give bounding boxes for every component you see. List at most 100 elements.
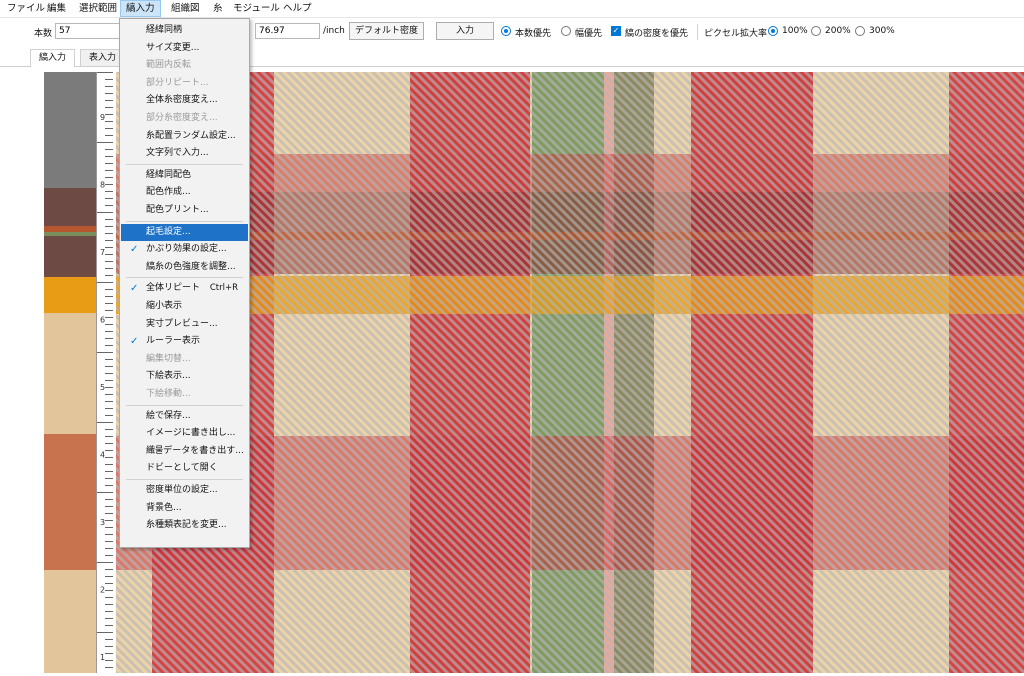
menu-item[interactable]: 縞糸の色強度を調整... [121, 259, 248, 276]
zoom-200-radio[interactable] [811, 26, 821, 36]
menu-stripe-input[interactable]: 縞入力 [120, 0, 161, 17]
menu-item[interactable]: 実寸プレビュー... [121, 316, 248, 333]
tartan-preview [116, 72, 1024, 673]
menu-item-label: 下絵表示... [146, 371, 191, 382]
menu-item[interactable]: 糸配置ランダム設定... [121, 128, 248, 145]
count-priority-radio[interactable] [501, 26, 511, 36]
width-priority-label: 幅優先 [575, 29, 603, 39]
menu-item[interactable]: 経緯同配色 [121, 167, 248, 184]
ruler-label: 2 [100, 586, 105, 595]
checkmark-icon: ✓ [130, 336, 139, 348]
menu-item[interactable]: 下絵表示... [121, 368, 248, 385]
menu-item[interactable]: ドビーとして開く [121, 460, 248, 477]
menu-item-label: 文字列で入力... [146, 148, 209, 159]
menu-item[interactable]: 全体糸密度変え... [121, 92, 248, 109]
zoom-200-label: 200% [825, 26, 851, 36]
count-label: 本数 [34, 29, 53, 39]
menu-bar: ファイル 編集 選択範囲 縞入力 組織図 糸 モジュール ヘルプ [0, 0, 1024, 18]
ruler-ticks: 9 8 7 6 5 4 3 2 1 [97, 72, 113, 668]
stripe-density-label: 縞の密度を優先 [625, 29, 689, 39]
menu-item-label: 縮小表示 [146, 301, 183, 311]
color-block-brown [44, 188, 96, 226]
menu-item[interactable]: サイズ変更... [121, 40, 248, 57]
menu-item[interactable]: 絵で保存... [121, 408, 248, 425]
menu-help[interactable]: ヘルプ [278, 0, 317, 17]
ruler-label: 6 [100, 316, 105, 325]
menu-item[interactable]: 起毛設定... [121, 223, 248, 241]
count-input[interactable] [55, 23, 120, 39]
default-density-button[interactable]: デフォルト密度 [349, 22, 424, 40]
input-button[interactable]: 入力 [436, 22, 494, 40]
menu-item-label: サイズ変更... [146, 42, 200, 53]
menu-item-label: 下絵移動... [146, 389, 191, 399]
menu-selection[interactable]: 選択範囲 [74, 0, 122, 17]
menu-item-label: 配色プリント... [146, 205, 209, 215]
menu-item[interactable]: 配色プリント... [121, 202, 248, 219]
zoom-100-label: 100% [782, 26, 808, 36]
zoom-label: ピクセル拡大率 [704, 29, 768, 39]
tab-stripe-input[interactable]: 縞入力 [30, 49, 76, 67]
menu-item[interactable]: 縮小表示 [121, 298, 248, 315]
menu-item: 編集切替... [121, 351, 248, 368]
menu-item-label: 全体糸密度変え... [146, 95, 218, 106]
menu-item: 下絵移動... [121, 386, 248, 403]
menu-weave-diagram[interactable]: 組織図 [166, 0, 205, 17]
ruler-label: 7 [100, 248, 105, 257]
menu-item-label: 糸配置ランダム設定... [146, 130, 236, 141]
menu-item[interactable]: イメージに書き出し... [121, 425, 248, 442]
menu-item-label: ルーラー表示 [146, 336, 201, 347]
menu-item[interactable]: 織물データを書き出す... [121, 443, 248, 460]
unit-label: /inch [323, 26, 345, 36]
color-block-terracotta [44, 434, 96, 570]
menu-item-label: 縞糸の色強度を調整... [146, 261, 236, 272]
color-block-beige [44, 313, 96, 434]
zoom-300-radio[interactable] [855, 26, 865, 36]
menu-item[interactable]: 密度単位の設定... [121, 482, 248, 499]
menu-item-label: 起毛設定... [146, 226, 191, 237]
menu-item-label: 経緯同配色 [146, 169, 192, 180]
menu-item[interactable]: ✓ かぶり効果の設定... [121, 241, 248, 258]
ruler-label: 5 [100, 383, 105, 392]
menu-separator [126, 277, 243, 279]
menu-edit[interactable]: 編集 [42, 0, 71, 17]
menu-item[interactable]: 文字列で入力... [121, 145, 248, 162]
menu-item[interactable]: 配色作成... [121, 184, 248, 201]
menu-item-label: 全体リピート [146, 283, 201, 294]
ruler-label: 4 [100, 451, 105, 460]
menu-separator [126, 479, 243, 480]
ruler-label: 1 [100, 653, 105, 662]
menu-item[interactable]: 経緯同柄 [121, 22, 248, 39]
ruler-label: 9 [100, 113, 105, 122]
menu-module[interactable]: モジュール [228, 0, 285, 17]
menu-item-label: 絵で保存... [146, 410, 191, 421]
warp-color-strip[interactable] [44, 72, 96, 673]
count-priority-label: 本数優先 [515, 29, 552, 39]
menu-item-shortcut: Ctrl+R [209, 283, 238, 294]
fabric-canvas[interactable] [116, 72, 1024, 673]
checkmark-icon: ✓ [130, 244, 139, 256]
density-input[interactable] [255, 23, 320, 39]
menu-item-label: 背景色... [146, 502, 182, 513]
zoom-100-radio[interactable] [768, 26, 778, 36]
menu-item[interactable]: 背景色... [121, 500, 248, 517]
menu-item: 範囲内反転 [121, 57, 248, 74]
menu-item-label: 経緯同柄 [146, 25, 183, 35]
menu-item[interactable]: ✓ ルーラー表示 [121, 333, 248, 350]
checkmark-icon: ✓ [130, 283, 139, 295]
stripe-density-checkbox[interactable]: ✓ [611, 26, 621, 36]
ruler-label: 3 [100, 518, 105, 527]
toolbar-divider [697, 24, 698, 40]
menu-item-label: ドビーとして開く [146, 463, 218, 474]
menu-yarn[interactable]: 糸 [208, 0, 228, 17]
vertical-ruler: 9 8 7 6 5 4 3 2 1 [96, 72, 113, 673]
menu-item[interactable]: 糸種類表記を変更... [121, 517, 248, 534]
menu-item-label: イメージに書き出し... [146, 428, 236, 439]
menu-item[interactable]: ✓ 全体リピート Ctrl+R [121, 280, 248, 297]
color-block-beige-2 [44, 570, 96, 673]
stripe-input-menu: 経緯同柄 サイズ変更... 範囲内反転 部分リピート... 全体糸密度変え... 部分糸密… [119, 18, 250, 548]
menu-item-label: 実寸プレビュー... [146, 318, 218, 329]
menu-separator [126, 220, 243, 222]
menu-separator [126, 163, 243, 165]
menu-item-label: 部分リピート... [146, 77, 209, 88]
width-priority-radio[interactable] [561, 26, 571, 36]
